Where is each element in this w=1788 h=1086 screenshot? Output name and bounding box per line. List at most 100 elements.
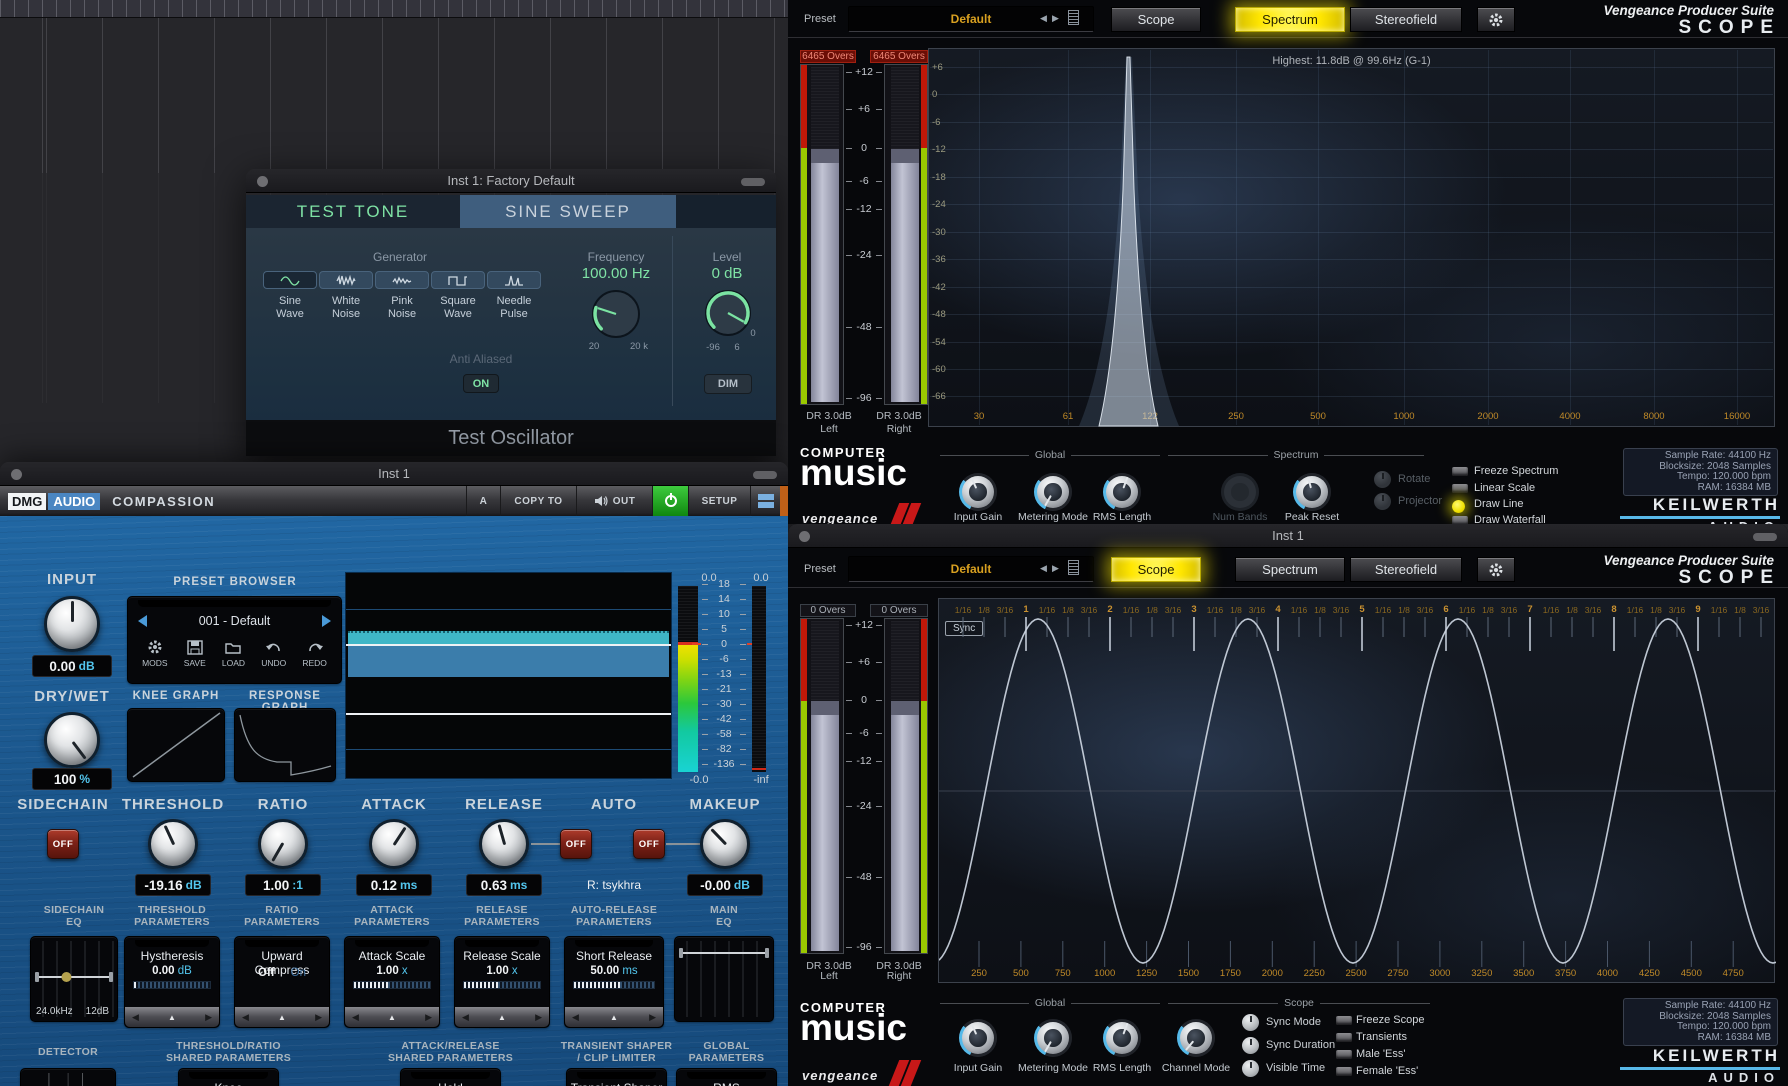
toggle-led-female-ess-[interactable]	[1336, 1067, 1352, 1076]
param-value[interactable]: 0.00 dB	[125, 965, 219, 977]
param-stepper[interactable]: ◀ ▲ ▶	[455, 1007, 549, 1027]
save-button[interactable]: SAVE	[184, 639, 206, 679]
metering-mode-knob[interactable]	[1034, 473, 1072, 511]
toggle-label[interactable]: Transients	[1356, 1031, 1407, 1043]
eq-gain-label[interactable]: 12dB	[86, 1006, 109, 1017]
titlebar[interactable]: Inst 1	[0, 462, 788, 486]
window-minimize-button[interactable]	[741, 178, 765, 186]
param-name[interactable]: Attack Scale	[345, 949, 439, 963]
preset-prev-icon[interactable]: ◀	[1040, 563, 1047, 574]
copy-to-button[interactable]: COPY TO	[500, 486, 576, 516]
param-bar[interactable]	[463, 981, 541, 989]
attack-value[interactable]: 0.12 ms	[356, 874, 432, 896]
tab-stereofield[interactable]: Stereofield	[1350, 7, 1462, 32]
tab-sine-sweep[interactable]: SINE SWEEP	[460, 195, 676, 228]
preset-next-button[interactable]	[322, 615, 331, 627]
preset-prev-button[interactable]	[138, 615, 147, 627]
wave-button-needle-pulse[interactable]	[487, 271, 541, 289]
attack-knob[interactable]	[369, 819, 419, 869]
preset-list-icon[interactable]	[1068, 10, 1079, 25]
step-down-arrow[interactable]: ◀	[572, 1012, 579, 1023]
state-off[interactable]: Off	[258, 967, 275, 979]
toggle-label[interactable]: Draw Waterfall	[1474, 514, 1546, 524]
input-gain-knob[interactable]	[959, 473, 997, 511]
toggle-led-freeze-scope[interactable]	[1336, 1016, 1352, 1025]
window-close-button[interactable]	[799, 531, 810, 542]
wave-button-pink-noise[interactable]	[375, 271, 429, 289]
out-button[interactable]: OUT	[576, 486, 652, 516]
load-button[interactable]: LOAD	[222, 639, 245, 679]
titlebar[interactable]: Inst 1	[788, 524, 1788, 548]
param-name[interactable]: RMS	[677, 1081, 776, 1086]
param-name[interactable]: Transient Shaper	[567, 1081, 666, 1086]
step-down-arrow[interactable]: ◀	[352, 1012, 359, 1023]
step-down-arrow[interactable]: ◀	[462, 1012, 469, 1023]
param-name[interactable]: Hold	[401, 1081, 500, 1086]
power-button[interactable]	[652, 486, 688, 516]
param-bar[interactable]	[133, 981, 211, 989]
redo-button[interactable]: REDO	[302, 639, 327, 679]
toggle-label[interactable]: Draw Line	[1474, 498, 1524, 510]
dim-button[interactable]: DIM	[704, 374, 752, 394]
step-up-arrow[interactable]: ▶	[425, 1012, 432, 1023]
wave-button-square-wave[interactable]	[431, 271, 485, 289]
preset-list-icon[interactable]	[1068, 560, 1079, 575]
toggle-led-draw-line[interactable]	[1452, 500, 1465, 513]
channel-mode-knob[interactable]	[1177, 1019, 1215, 1057]
metering-mode-knob[interactable]	[1034, 1019, 1072, 1057]
undo-button[interactable]: UNDO	[261, 639, 286, 679]
sync-duration-knob[interactable]	[1242, 1037, 1259, 1054]
threshold-value[interactable]: -19.16 dB	[135, 874, 211, 896]
ratio-value[interactable]: 1.00:1	[245, 874, 321, 896]
eq-freq-label[interactable]: 24.0kHz	[36, 1006, 73, 1017]
overs-counter-left[interactable]: 0 Overs	[800, 604, 856, 617]
sidechain-switch[interactable]: OFF	[47, 829, 79, 859]
dry-wet-knob[interactable]	[44, 712, 100, 768]
toggle-label[interactable]: Freeze Scope	[1356, 1014, 1424, 1026]
settings-tab[interactable]	[1477, 7, 1515, 32]
toggle-label[interactable]: Female 'Ess'	[1356, 1065, 1418, 1077]
tab-spectrum[interactable]: Spectrum	[1235, 557, 1345, 582]
makeup-knob[interactable]	[700, 819, 750, 869]
peak-reset-knob[interactable]	[1293, 473, 1331, 511]
dry-wet-value[interactable]: 100 %	[32, 768, 112, 790]
param-name[interactable]: Hystheresis	[125, 949, 219, 963]
step-up-arrow[interactable]: ▶	[535, 1012, 542, 1023]
threshold-knob[interactable]	[148, 819, 198, 869]
toggle-led-male-ess-[interactable]	[1336, 1050, 1352, 1059]
input-gain-knob[interactable]	[959, 1019, 997, 1057]
visible-time-knob[interactable]	[1242, 1060, 1259, 1077]
tab-spectrum[interactable]: Spectrum	[1235, 7, 1345, 32]
preset-slot-a-button[interactable]: A	[466, 486, 500, 516]
wave-button-sine-wave[interactable]	[263, 271, 317, 289]
titlebar[interactable]: Inst 1: Factory Default	[246, 169, 776, 193]
window-minimize-button[interactable]	[753, 471, 777, 479]
auto-switch[interactable]: OFF	[633, 829, 665, 859]
preset-name[interactable]: 001 - Default	[158, 614, 311, 628]
ratio-knob[interactable]	[258, 819, 308, 869]
release-off-switch[interactable]: OFF	[560, 829, 592, 859]
step-up-arrow[interactable]: ▶	[649, 1012, 656, 1023]
tab-scope[interactable]: Scope	[1111, 557, 1201, 582]
step-down-arrow[interactable]: ◀	[242, 1012, 249, 1023]
param-value[interactable]: 50.00 ms	[565, 965, 663, 977]
daw-timeline-ruler[interactable]	[0, 0, 788, 18]
mods-button[interactable]: MODS	[142, 639, 168, 679]
rms-length-knob[interactable]	[1103, 1019, 1141, 1057]
tab-stereofield[interactable]: Stereofield	[1350, 557, 1462, 582]
sync-mode-knob[interactable]	[1242, 1014, 1259, 1031]
toggle-label[interactable]: Freeze Spectrum	[1474, 465, 1558, 477]
anti-aliased-on-button[interactable]: ON	[463, 374, 499, 393]
param-name[interactable]: Short Release	[565, 949, 663, 963]
param-bar[interactable]	[573, 981, 655, 989]
preset-next-icon[interactable]: ▶	[1052, 13, 1059, 24]
param-name[interactable]: Release Scale	[455, 949, 549, 963]
tab-scope[interactable]: Scope	[1111, 7, 1201, 32]
wave-button-white-noise[interactable]	[319, 271, 373, 289]
toggle-led-freeze-spectrum[interactable]	[1452, 467, 1468, 476]
toggle-led-linear-scale[interactable]	[1452, 484, 1468, 493]
frequency-knob[interactable]	[590, 288, 642, 340]
step-up-arrow[interactable]: ▶	[205, 1012, 212, 1023]
release-value[interactable]: 0.63 ms	[466, 874, 542, 896]
state-on[interactable]: On	[291, 967, 306, 979]
